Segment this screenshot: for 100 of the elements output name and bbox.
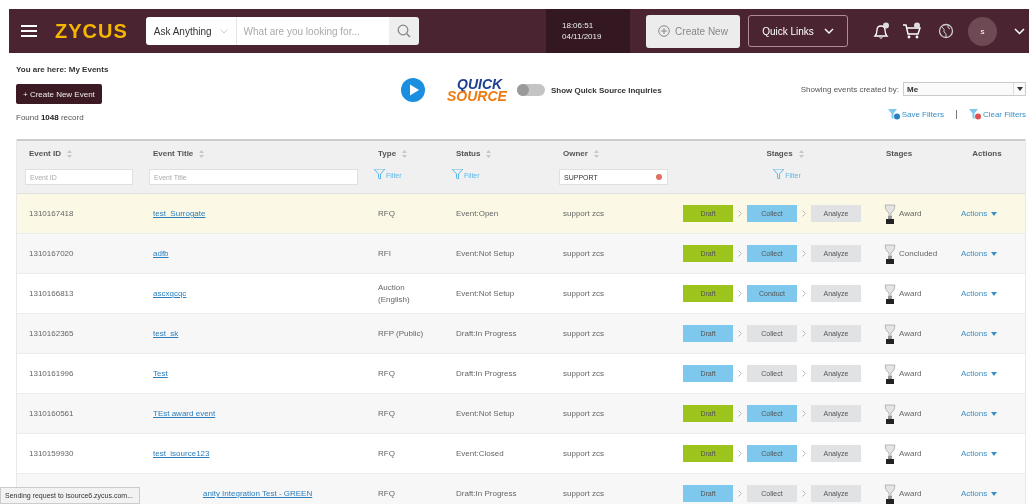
sort-icon[interactable] — [486, 149, 492, 158]
final-stage-label: Award — [899, 209, 922, 218]
table-cell: Event:Not Setup — [456, 289, 515, 298]
toggle-switch[interactable] — [516, 84, 545, 96]
clear-filters-link[interactable]: Clear Filters — [968, 109, 1026, 120]
table-cell: RFQ — [378, 207, 395, 220]
funnel-clear-icon — [968, 109, 981, 120]
caret-icon — [991, 451, 998, 456]
save-filters-link[interactable]: Save Filters — [887, 109, 944, 120]
sort-icon[interactable] — [402, 149, 408, 158]
create-new-button[interactable]: Create New — [646, 14, 740, 48]
table-cell: support zcs — [563, 289, 604, 298]
clear-icon[interactable] — [656, 174, 662, 180]
search-button[interactable] — [388, 17, 419, 45]
search-field[interactable]: What are you looking for... — [236, 17, 389, 45]
chevron-icon — [802, 330, 806, 337]
filter-label: Showing events created by: — [800, 84, 899, 94]
menu-icon[interactable] — [21, 25, 37, 37]
trophy-icon — [884, 283, 896, 304]
column-header[interactable]: Event ID — [29, 149, 72, 158]
chevron-icon — [738, 370, 742, 377]
table-cell: RFI — [378, 247, 391, 260]
table-cell: support zcs — [563, 489, 604, 498]
actions-menu[interactable]: Actions — [961, 249, 998, 258]
table-cell: support zcs — [563, 449, 604, 458]
chevron-icon — [802, 410, 806, 417]
sort-icon[interactable] — [798, 149, 804, 158]
chevron-icon — [738, 210, 742, 217]
quick-source-logo: QUICK SOURCE — [446, 78, 507, 102]
actions-menu[interactable]: Actions — [961, 409, 998, 418]
actions-menu[interactable]: Actions — [961, 289, 998, 298]
table-cell: support zcs — [563, 209, 604, 218]
event-title-link[interactable]: ascxqcqc — [153, 289, 187, 298]
caret-icon — [991, 251, 998, 256]
actions-menu[interactable]: Actions — [961, 209, 998, 218]
actions-menu[interactable]: Actions — [961, 449, 998, 458]
sort-icon[interactable] — [67, 149, 72, 158]
trophy-icon — [884, 363, 896, 384]
column-header[interactable]: Stages — [886, 149, 913, 158]
caret-icon — [991, 411, 998, 416]
table-cell: support zcs — [563, 249, 604, 258]
table-cell: Event:Closed — [456, 449, 504, 458]
event-title-link[interactable]: adfb — [153, 249, 169, 258]
cart-icon[interactable] — [902, 22, 922, 40]
event-title-link[interactable]: test_Surrogate — [153, 209, 206, 218]
final-stage-label: Award — [899, 409, 922, 418]
chevron-icon — [802, 490, 806, 497]
create-event-button[interactable]: + Create New Event — [16, 84, 102, 104]
event-title-link[interactable]: anity Integration Test - GREEN — [203, 489, 313, 498]
table-cell: support zcs — [563, 409, 604, 418]
chevron-icon — [738, 330, 742, 337]
bell-icon[interactable] — [872, 22, 890, 40]
chevron-icon — [802, 450, 806, 457]
event-title-link[interactable]: test_isource123 — [153, 449, 210, 458]
chevron-icon — [802, 250, 806, 257]
column-header[interactable]: Owner — [563, 149, 599, 158]
table-cell: support zcs — [563, 369, 604, 378]
funnel-icon — [374, 169, 385, 179]
table-cell: 1310159930 — [29, 449, 74, 458]
event-title-link[interactable]: Test — [153, 369, 168, 378]
column-header[interactable]: Stages — [766, 149, 804, 158]
table-cell: RFQ — [378, 367, 395, 380]
trophy-icon — [884, 483, 896, 504]
avatar[interactable]: s — [968, 16, 997, 46]
table-cell: Event:Not Setup — [456, 409, 515, 418]
clock-time: 18:06:51 — [562, 20, 595, 31]
chevron-icon[interactable] — [1014, 27, 1025, 35]
column-header[interactable]: Status — [456, 149, 492, 158]
trophy-icon — [884, 243, 896, 264]
table-cell: 1310167020 — [29, 249, 74, 258]
owner-dropdown[interactable]: Me — [903, 82, 1026, 96]
trophy-icon — [884, 323, 896, 344]
play-icon[interactable] — [401, 78, 425, 102]
logo[interactable]: ZYCUS — [55, 19, 128, 43]
column-header[interactable]: Event Title — [153, 149, 205, 158]
chevron-icon — [738, 250, 742, 257]
final-stage-label: Award — [899, 449, 922, 458]
actions-menu[interactable]: Actions — [961, 329, 998, 338]
sort-icon[interactable] — [199, 149, 205, 158]
sort-icon[interactable] — [593, 149, 599, 158]
caret-icon — [991, 331, 998, 336]
chevron-icon — [823, 28, 834, 34]
table-cell: RFQ — [378, 447, 395, 460]
quick-links-button[interactable]: Quick Links — [748, 15, 848, 47]
scope-dropdown[interactable]: Ask Anything — [145, 17, 237, 45]
toggle-label: Show Quick Source Inquiries — [550, 85, 662, 95]
chevron-icon — [802, 370, 806, 377]
actions-menu[interactable]: Actions — [961, 369, 998, 378]
table-cell: 1310161996 — [29, 369, 74, 378]
actions-menu[interactable]: Actions — [961, 489, 998, 498]
breadcrumb: You are here: My Events — [16, 65, 109, 74]
column-header[interactable]: Type — [378, 147, 408, 160]
table-cell: Draft:In Progress — [456, 329, 517, 338]
event-title-link[interactable]: TEst award event — [153, 409, 216, 418]
event-title-link[interactable]: test_sk — [153, 329, 179, 338]
caret-icon — [991, 291, 998, 296]
column-header[interactable]: Actions — [972, 149, 1002, 158]
globe-icon[interactable] — [938, 23, 954, 39]
final-stage-label: Award — [899, 289, 922, 298]
trophy-icon — [884, 403, 896, 424]
